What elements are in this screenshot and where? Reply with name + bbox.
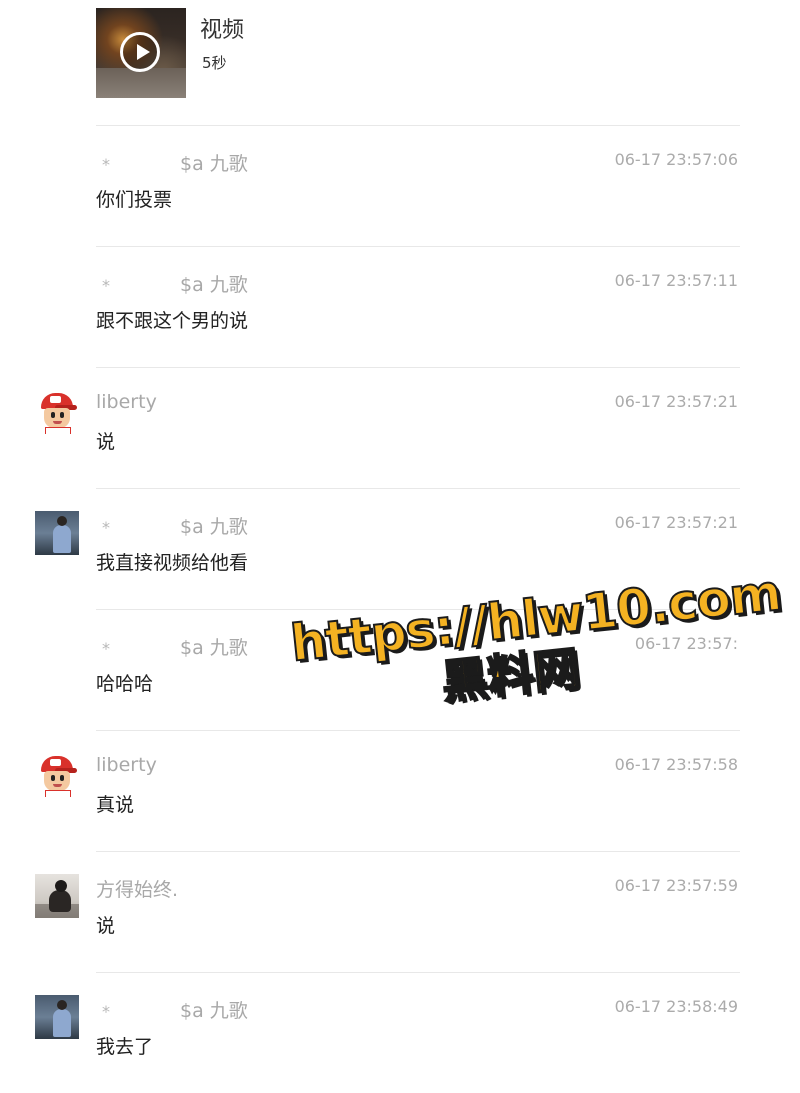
cap-badge-shape bbox=[50, 396, 61, 403]
sender-name[interactable]: * $a 九歌 bbox=[96, 149, 248, 176]
anonymous-star: * bbox=[102, 639, 110, 658]
head-shape bbox=[57, 516, 67, 526]
cartoon-boy-avatar[interactable] bbox=[35, 390, 79, 434]
message-timestamp: 06-17 23:57:21 bbox=[614, 392, 738, 411]
message-row: * $a 九歌 06-17 23:57:11 跟不跟这个男的说 bbox=[0, 246, 800, 367]
sender-name-text: $a 九歌 bbox=[180, 274, 248, 296]
cartoon-boy-avatar[interactable] bbox=[35, 753, 79, 797]
eye-shape bbox=[60, 412, 64, 418]
shirt-shape bbox=[45, 790, 71, 797]
sender-name-text: $a 九歌 bbox=[180, 153, 248, 175]
sender-name[interactable]: liberty bbox=[96, 754, 157, 776]
message-row: * $a 九歌 06-17 23:57:21 我直接视频给他看 bbox=[0, 488, 800, 609]
head-shape bbox=[55, 880, 67, 892]
sender-name[interactable]: * $a 九歌 bbox=[96, 633, 248, 660]
sender-name[interactable]: * $a 九歌 bbox=[96, 512, 248, 539]
cap-badge-shape bbox=[50, 759, 61, 766]
sender-name-text: 方得始终. bbox=[96, 879, 179, 901]
sender-name-text: $a 九歌 bbox=[180, 1000, 248, 1022]
message-text: 说 bbox=[96, 915, 116, 937]
message-timestamp: 06-17 23:57:06 bbox=[614, 150, 738, 169]
video-message-card[interactable]: 视频 5秒 bbox=[96, 8, 740, 98]
person-shape bbox=[49, 890, 71, 912]
row-divider bbox=[96, 730, 740, 731]
row-divider bbox=[96, 246, 740, 247]
message-text: 我直接视频给他看 bbox=[96, 552, 249, 574]
sender-name[interactable]: 方得始终. bbox=[96, 875, 178, 902]
sender-name-text: liberty bbox=[96, 391, 157, 413]
sender-name[interactable]: liberty bbox=[96, 391, 157, 413]
message-timestamp: 06-17 23:57:11 bbox=[614, 271, 738, 290]
message-text: 哈哈哈 bbox=[96, 673, 154, 695]
sender-name-text: $a 九歌 bbox=[180, 637, 248, 659]
shirt-shape bbox=[45, 427, 71, 434]
message-text: 说 bbox=[96, 431, 116, 453]
sender-name[interactable]: * $a 九歌 bbox=[96, 996, 248, 1023]
photo-gray-avatar[interactable] bbox=[35, 874, 79, 918]
sender-name[interactable]: * $a 九歌 bbox=[96, 270, 248, 297]
person-shape bbox=[53, 525, 71, 553]
eye-shape bbox=[51, 412, 55, 418]
anonymous-star: * bbox=[102, 518, 110, 537]
anonymous-star: * bbox=[102, 276, 110, 295]
head-shape bbox=[57, 1000, 67, 1010]
video-duration: 5秒 bbox=[202, 54, 227, 72]
message-row: liberty 06-17 23:57:21 说 bbox=[0, 367, 800, 488]
row-divider bbox=[96, 125, 740, 126]
anonymous-star: * bbox=[102, 1002, 110, 1021]
sender-name-text: liberty bbox=[96, 754, 157, 776]
anonymous-star: * bbox=[102, 155, 110, 174]
row-divider bbox=[96, 609, 740, 610]
message-text: 我去了 bbox=[96, 1036, 154, 1058]
message-timestamp: 06-17 23:57:21 bbox=[614, 513, 738, 532]
video-thumbnail-scene bbox=[96, 68, 186, 98]
row-divider bbox=[96, 972, 740, 973]
person-shape bbox=[53, 1009, 71, 1037]
message-row: liberty 06-17 23:57:58 真说 bbox=[0, 730, 800, 851]
video-thumbnail[interactable] bbox=[96, 8, 186, 98]
message-row: * $a 九歌 06-17 23:57: 哈哈哈 bbox=[0, 609, 800, 730]
row-divider bbox=[96, 851, 740, 852]
face-shape bbox=[44, 771, 70, 791]
message-timestamp: 06-17 23:57: bbox=[634, 634, 738, 653]
message-row: * $a 九歌 06-17 23:58:49 我去了 bbox=[0, 972, 800, 1093]
row-divider bbox=[96, 488, 740, 489]
eye-shape bbox=[60, 775, 64, 781]
message-row: 方得始终. 06-17 23:57:59 说 bbox=[0, 851, 800, 972]
message-timestamp: 06-17 23:58:49 bbox=[614, 997, 738, 1016]
sender-name-text: $a 九歌 bbox=[180, 516, 248, 538]
message-text: 跟不跟这个男的说 bbox=[96, 310, 249, 332]
message-list: * $a 九歌 06-17 23:57:06 你们投票 * $a 九歌 06-17 … bbox=[0, 125, 800, 1093]
video-title: 视频 bbox=[200, 18, 245, 43]
message-timestamp: 06-17 23:57:59 bbox=[614, 876, 738, 895]
photo-blue-avatar[interactable] bbox=[35, 995, 79, 1039]
row-divider bbox=[96, 367, 740, 368]
message-text: 你们投票 bbox=[96, 189, 173, 211]
message-timestamp: 06-17 23:57:58 bbox=[614, 755, 738, 774]
message-row: * $a 九歌 06-17 23:57:06 你们投票 bbox=[0, 125, 800, 246]
face-shape bbox=[44, 408, 70, 428]
photo-blue-avatar[interactable] bbox=[35, 511, 79, 555]
play-circle-icon[interactable] bbox=[120, 32, 160, 72]
eye-shape bbox=[51, 775, 55, 781]
message-text: 真说 bbox=[96, 794, 135, 816]
